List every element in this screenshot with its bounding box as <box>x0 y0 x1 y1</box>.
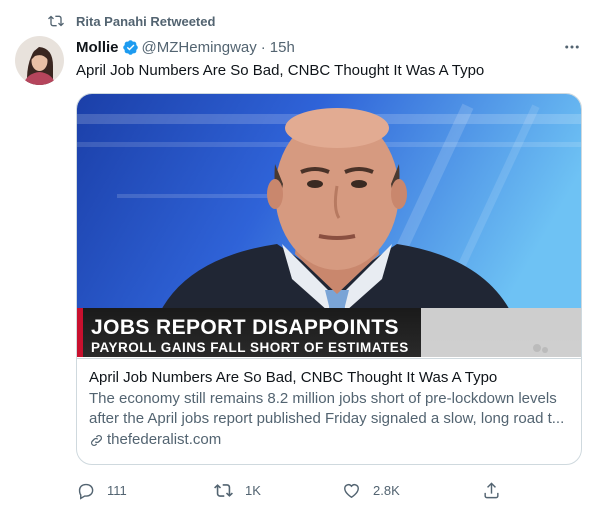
link-card[interactable]: JOBS REPORT DISAPPOINTS PAYROLL GAINS FA… <box>76 93 582 465</box>
chyron-title: JOBS REPORT DISAPPOINTS <box>91 316 399 339</box>
heart-icon <box>344 483 359 498</box>
share-button[interactable] <box>482 478 513 502</box>
like-count: 2.8K <box>373 482 400 498</box>
reply-icon <box>78 483 94 500</box>
share-icon <box>484 481 499 498</box>
retweet-icon <box>48 15 64 27</box>
card-description: The economy still remains 8.2 million jo… <box>89 389 569 429</box>
more-icon <box>565 45 579 49</box>
card-domain-text: thefederalist.com <box>107 431 222 448</box>
avatar[interactable] <box>15 36 64 85</box>
card-image[interactable]: JOBS REPORT DISAPPOINTS PAYROLL GAINS FA… <box>77 94 581 357</box>
retweet-button[interactable]: 1K <box>214 478 261 502</box>
like-button[interactable]: 2.8K <box>342 478 400 502</box>
card-description-line: after the April jobs report published Fr… <box>89 410 565 427</box>
action-bar: 111 1K 2.8K <box>76 478 506 502</box>
avatar-photo <box>15 36 64 85</box>
card-body[interactable]: April Job Numbers Are So Bad, CNBC Thoug… <box>77 358 581 450</box>
tweet-header: Mollie @MZHemingway · 15h <box>76 37 582 57</box>
separator-dot: · <box>260 38 266 56</box>
card-title: April Job Numbers Are So Bad, CNBC Thoug… <box>89 369 498 386</box>
author-handle[interactable]: @MZHemingway <box>142 39 257 56</box>
more-options-button[interactable] <box>562 37 582 57</box>
retweet-icon <box>214 483 233 497</box>
link-icon <box>91 434 102 446</box>
reply-count: 111 <box>107 482 127 498</box>
retweet-label: Rita Panahi Retweeted <box>76 13 216 29</box>
card-domain: thefederalist.com <box>89 430 569 450</box>
author-name[interactable]: Mollie <box>76 39 119 56</box>
card-description-line: The economy still remains 8.2 million jo… <box>89 390 557 407</box>
news-anchor-photo: JOBS REPORT DISAPPOINTS PAYROLL GAINS FA… <box>77 94 581 357</box>
retweet-context[interactable]: Rita Panahi Retweeted <box>48 12 215 30</box>
reply-button[interactable]: 111 <box>76 478 127 502</box>
verified-badge-icon <box>122 39 138 55</box>
tweet-text: April Job Numbers Are So Bad, CNBC Thoug… <box>76 62 485 79</box>
chyron-subtitle: PAYROLL GAINS FALL SHORT OF ESTIMATES <box>91 340 409 355</box>
retweet-count: 1K <box>245 482 261 498</box>
tweet-timestamp[interactable]: 15h <box>270 39 295 56</box>
